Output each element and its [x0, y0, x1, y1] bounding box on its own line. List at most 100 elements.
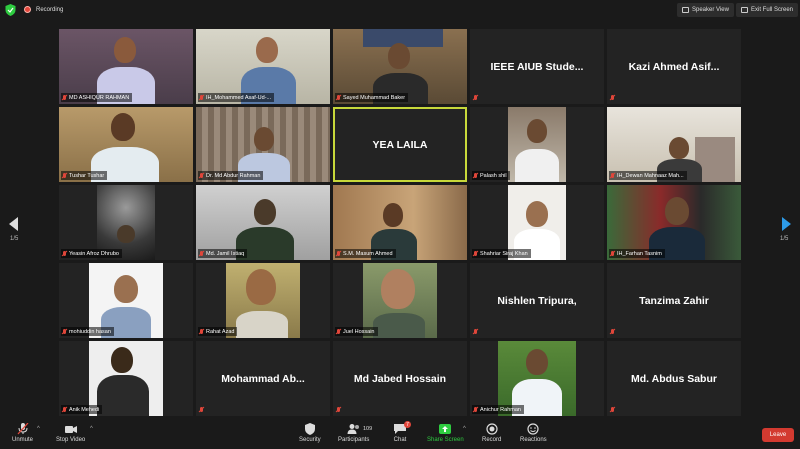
video-options-caret-icon[interactable]: ^ — [90, 426, 93, 432]
muted-mic-icon — [473, 329, 478, 335]
participant-name-label: Anichur Rahman — [472, 405, 524, 414]
active-speaker-tile[interactable]: YEA LAILA — [333, 107, 467, 182]
participant-tile[interactable]: S.M. Masum Ahmed — [333, 185, 467, 260]
stop-video-button[interactable]: Stop Video — [56, 423, 85, 443]
speaker-view-label: Speaker View — [692, 7, 729, 13]
page-indicator-left: 1/5 — [10, 236, 19, 242]
stop-video-label: Stop Video — [56, 437, 86, 443]
participant-name-label: IH_Dewan Mahnaaz Mah... — [609, 171, 687, 180]
participant-tile[interactable]: Mohammad Ab... — [196, 341, 330, 416]
participant-tile[interactable]: Anik Mehedi — [59, 341, 193, 416]
muted-mic-icon — [336, 250, 341, 257]
participant-tile[interactable]: Shahriar Siraj Khan — [470, 185, 604, 260]
muted-mic-icon — [62, 406, 67, 413]
participant-tile[interactable]: Palash shil — [470, 107, 604, 182]
muted-mic-icon — [473, 406, 478, 413]
participant-name-label: Dr. Md Abdur Rahman — [198, 171, 264, 180]
participant-tile[interactable]: Md. Abdus Sabur — [607, 341, 741, 416]
previous-page-arrow-icon[interactable] — [9, 217, 18, 231]
participant-tile[interactable]: Sayed Muhammad Baker — [333, 29, 467, 104]
participant-name-label: Tushar Tushar — [61, 171, 108, 180]
participant-display-name: Kazi Ahmed Asif... — [628, 60, 720, 73]
participant-tile[interactable]: Md. Jamil Istiaq — [196, 185, 330, 260]
muted-mic-icon — [62, 94, 67, 101]
participant-name-label: Yeasin Afroz Dhrubo — [61, 249, 122, 258]
reactions-icon — [527, 423, 539, 435]
muted-mic-icon — [610, 250, 615, 257]
participant-name-label: IH_Mohammed Asaf-Ud-... — [198, 93, 275, 102]
exit-fullscreen-icon — [741, 7, 748, 13]
reactions-button[interactable]: Reactions — [520, 423, 547, 443]
chat-button[interactable]: 7 Chat — [393, 421, 411, 443]
participant-name-label: Rahat Azad — [198, 327, 238, 336]
participant-name-label: IH_Farhan Tasnim — [609, 249, 665, 258]
security-shield-icon[interactable] — [5, 4, 16, 16]
participant-display-name: Tanzima Zahir — [639, 294, 709, 307]
participant-tile[interactable]: MD ASHIQUR RAHMAN — [59, 29, 193, 104]
muted-mic-icon — [336, 407, 341, 413]
unmute-label: Unmute — [12, 437, 34, 443]
participant-tile[interactable]: Juel Hossain — [333, 263, 467, 338]
participant-tile[interactable]: Anichur Rahman — [470, 341, 604, 416]
security-button[interactable]: Security — [299, 423, 321, 443]
gallery-grid: MD ASHIQUR RAHMAN IH_Mohammed Asaf-Ud-..… — [59, 29, 741, 418]
muted-mic-icon — [199, 172, 204, 179]
participant-tile[interactable]: IH_Farhan Tasnim — [607, 185, 741, 260]
share-options-caret-icon[interactable]: ^ — [463, 426, 466, 432]
participant-name-label: Md. Jamil Istiaq — [198, 249, 248, 258]
participant-name-label: S.M. Masum Ahmed — [335, 249, 396, 258]
participant-tile[interactable]: IH_Mohammed Asaf-Ud-... — [196, 29, 330, 104]
muted-mic-icon — [336, 328, 341, 335]
participant-tile[interactable]: Dr. Md Abdur Rahman — [196, 107, 330, 182]
leave-button[interactable]: Leave — [762, 428, 794, 442]
participant-name-label: Shahriar Siraj Khan — [472, 249, 531, 258]
participant-tile[interactable]: Nishlen Tripura, — [470, 263, 604, 338]
participant-tile[interactable]: Rahat Azad — [196, 263, 330, 338]
security-label: Security — [299, 437, 321, 443]
muted-mic-icon — [610, 172, 615, 179]
record-button[interactable]: Record — [482, 423, 501, 443]
muted-mic-icon — [610, 329, 615, 335]
participant-display-name: Nishlen Tripura, — [497, 294, 577, 307]
participant-tile[interactable]: Kazi Ahmed Asif... — [607, 29, 741, 104]
participant-name-label: Juel Hossain — [335, 327, 378, 336]
muted-microphone-icon — [17, 423, 28, 435]
share-screen-label: Share Screen — [427, 437, 464, 443]
participants-label: Participants — [338, 437, 370, 443]
muted-mic-icon — [199, 407, 204, 413]
chat-icon: 7 — [393, 421, 411, 435]
muted-mic-icon — [199, 250, 204, 257]
participant-tile[interactable]: mohiuddin hasan — [59, 263, 193, 338]
recording-label: Recording — [36, 6, 64, 13]
record-icon — [486, 423, 498, 435]
exit-fullscreen-label: Exit Full Screen — [751, 7, 794, 13]
shield-icon — [304, 423, 315, 435]
participant-name-label: MD ASHIQUR RAHMAN — [61, 93, 133, 102]
exit-fullscreen-button[interactable]: Exit Full Screen — [736, 3, 799, 17]
top-bar: Recording Speaker View Exit Full Screen — [0, 0, 800, 22]
meeting-toolbar: Unmute ^ Stop Video ^ Security Participa… — [0, 420, 800, 449]
muted-mic-icon — [62, 172, 67, 179]
participants-icon — [347, 424, 359, 434]
share-screen-button[interactable]: Share Screen — [427, 423, 464, 443]
speaker-view-button[interactable]: Speaker View — [677, 3, 734, 17]
participant-name-label: Anik Mehedi — [61, 405, 103, 414]
muted-mic-icon — [199, 328, 204, 335]
participant-tile[interactable]: IEEE AIUB Stude... — [470, 29, 604, 104]
video-camera-icon — [64, 426, 77, 433]
participant-tile[interactable]: Yeasin Afroz Dhrubo — [59, 185, 193, 260]
reactions-label: Reactions — [520, 437, 547, 443]
muted-mic-icon — [62, 328, 67, 335]
participant-tile[interactable]: Tanzima Zahir — [607, 263, 741, 338]
chat-unread-badge: 7 — [404, 421, 411, 428]
share-screen-icon — [439, 424, 452, 434]
participant-tile[interactable]: Tushar Tushar — [59, 107, 193, 182]
participant-tile[interactable]: Md Jabed Hossain — [333, 341, 467, 416]
participant-tile[interactable]: IH_Dewan Mahnaaz Mah... — [607, 107, 741, 182]
muted-mic-icon — [610, 95, 615, 101]
unmute-button[interactable]: Unmute — [12, 423, 33, 443]
muted-mic-icon — [199, 94, 204, 101]
next-page-arrow-icon[interactable] — [782, 217, 791, 231]
muted-mic-icon — [473, 172, 478, 179]
audio-options-caret-icon[interactable]: ^ — [37, 426, 40, 432]
